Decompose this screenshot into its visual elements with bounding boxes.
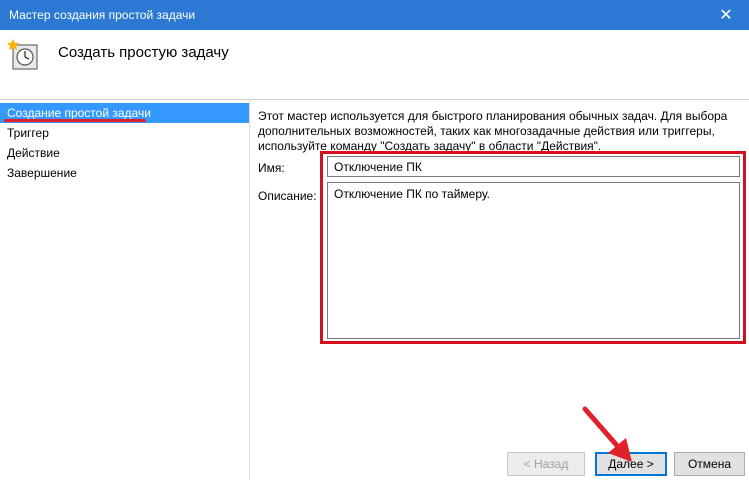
window-title: Мастер создания простой задачи bbox=[9, 8, 196, 22]
sidebar-item-action[interactable]: Действие bbox=[0, 143, 249, 163]
sidebar-item-label: Действие bbox=[7, 146, 60, 160]
close-button[interactable]: ✕ bbox=[703, 0, 749, 30]
wizard-main-panel: Этот мастер используется для быстрого пл… bbox=[250, 100, 749, 480]
task-scheduler-icon bbox=[7, 39, 38, 70]
red-arrow-icon bbox=[582, 406, 632, 462]
title-bar: Мастер создания простой задачи ✕ bbox=[0, 0, 749, 30]
close-icon: ✕ bbox=[719, 7, 733, 24]
wizard-description: Этот мастер используется для быстрого пл… bbox=[258, 109, 728, 153]
sidebar-item-create-task[interactable]: Создание простой задачи bbox=[0, 103, 249, 123]
description-input[interactable]: Отключение ПК по таймеру. bbox=[327, 182, 740, 339]
description-label: Описание: bbox=[258, 189, 317, 203]
sidebar-item-label: Триггер bbox=[7, 126, 49, 140]
cancel-button[interactable]: Отмена bbox=[674, 452, 745, 476]
sidebar-item-label: Создание простой задачи bbox=[7, 106, 151, 120]
wizard-steps-sidebar: Создание простой задачи Триггер Действие… bbox=[0, 100, 250, 480]
red-underline-annotation bbox=[4, 119, 146, 122]
sidebar-item-label: Завершение bbox=[7, 166, 77, 180]
sidebar-item-finish[interactable]: Завершение bbox=[0, 163, 249, 183]
page-title: Создать простую задачу bbox=[58, 44, 229, 61]
name-label: Имя: bbox=[258, 161, 285, 175]
wizard-header: Создать простую задачу bbox=[0, 30, 749, 100]
name-input[interactable] bbox=[327, 156, 740, 177]
sidebar-item-trigger[interactable]: Триггер bbox=[0, 123, 249, 143]
